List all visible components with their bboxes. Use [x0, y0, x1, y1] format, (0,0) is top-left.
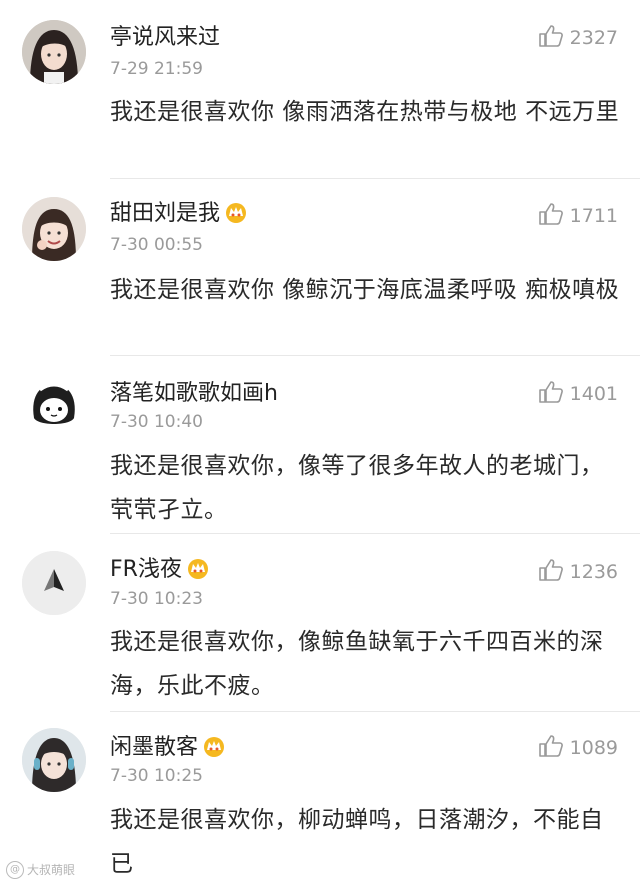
like-button[interactable]: 1711	[538, 202, 618, 229]
crown-badge-icon	[204, 737, 225, 757]
comment-text: 我还是很喜欢你，像等了很多年故人的老城门，茕茕孑立。	[110, 453, 604, 523]
avatar-cartoon-maid-icon	[22, 374, 86, 438]
username-text[interactable]: FR浅夜	[110, 557, 182, 582]
avatar[interactable]	[22, 197, 86, 261]
like-button[interactable]: 1089	[538, 734, 618, 761]
comment-item: 甜田刘是我 1711 7-30 00:55 我还是很喜欢你 像鲸沉于海底温柔呼吸…	[0, 180, 640, 356]
avatar[interactable]	[22, 728, 86, 792]
comment-text: 我还是很喜欢你，像鲸鱼缺氧于六千四百米的深海，乐此不疲。	[110, 629, 604, 699]
thumbs-up-icon	[538, 381, 563, 403]
avatar[interactable]	[22, 20, 86, 84]
username[interactable]: 亭说风来过	[110, 24, 220, 52]
username-text[interactable]: 甜田刘是我	[110, 201, 220, 226]
timestamp: 7-30 10:23	[110, 589, 203, 609]
avatar-geometric-logo-icon	[22, 551, 86, 615]
thumbs-up-icon	[538, 25, 563, 47]
username-text[interactable]: 落笔如歌歌如画h	[110, 381, 278, 406]
timestamp: 7-29 21:59	[110, 59, 203, 79]
username[interactable]: 落笔如歌歌如画h	[110, 380, 278, 408]
watermark-text: 大叔萌眼	[27, 862, 76, 877]
weibo-logo-icon: @	[6, 861, 24, 879]
like-count: 2327	[569, 27, 618, 49]
comment-item: FR浅夜 1236 7-30 10:23 我还是很喜欢你，像鲸鱼缺氧于六千四百米…	[0, 534, 640, 712]
like-button[interactable]: 1401	[538, 380, 618, 407]
like-count: 1401	[569, 383, 618, 405]
crown-badge-icon	[187, 559, 208, 579]
comment-item: 落笔如歌歌如画h 1401 7-30 10:40 我还是很喜欢你，像等了很多年故…	[0, 356, 640, 534]
crown-badge-icon	[226, 203, 247, 223]
like-button[interactable]: 1236	[538, 558, 618, 585]
divider	[110, 178, 640, 179]
comment-item: 闲墨散客 1089 7-30 10:25 我还是很喜欢你，柳动蝉鸣，日落潮汐，不…	[0, 712, 640, 885]
timestamp: 7-30 10:40	[110, 412, 203, 432]
thumbs-up-icon	[538, 735, 563, 757]
thumbs-up-icon	[538, 203, 563, 225]
comment-text: 我还是很喜欢你 像雨洒落在热带与极地 不远万里	[110, 99, 620, 125]
watermark: @ 大叔萌眼	[6, 861, 76, 879]
username-text[interactable]: 亭说风来过	[110, 25, 220, 50]
username[interactable]: FR浅夜	[110, 556, 210, 584]
avatar[interactable]	[22, 551, 86, 615]
avatar-girl-headphones-icon	[22, 728, 86, 792]
username-text[interactable]: 闲墨散客	[110, 735, 198, 760]
timestamp: 7-30 00:55	[110, 235, 203, 255]
thumbs-up-icon	[538, 559, 563, 581]
avatar-smiling-girl-icon	[22, 197, 86, 261]
avatar-girl-dark-hair-icon	[22, 20, 86, 84]
comment-text: 我还是很喜欢你 像鲸沉于海底温柔呼吸 痴极嗔极	[110, 277, 620, 303]
username[interactable]: 闲墨散客	[110, 734, 226, 762]
avatar[interactable]	[22, 374, 86, 438]
like-count: 1236	[569, 561, 618, 583]
username[interactable]: 甜田刘是我	[110, 200, 248, 228]
comment-text: 我还是很喜欢你，柳动蝉鸣，日落潮汐，不能自已	[110, 807, 604, 877]
comment-item: 亭说风来过 2327 7-29 21:59 我还是很喜欢你 像雨洒落在热带与极地…	[0, 0, 640, 180]
timestamp: 7-30 10:25	[110, 766, 203, 786]
like-button[interactable]: 2327	[538, 24, 618, 51]
like-count: 1089	[569, 737, 618, 759]
like-count: 1711	[569, 205, 618, 227]
